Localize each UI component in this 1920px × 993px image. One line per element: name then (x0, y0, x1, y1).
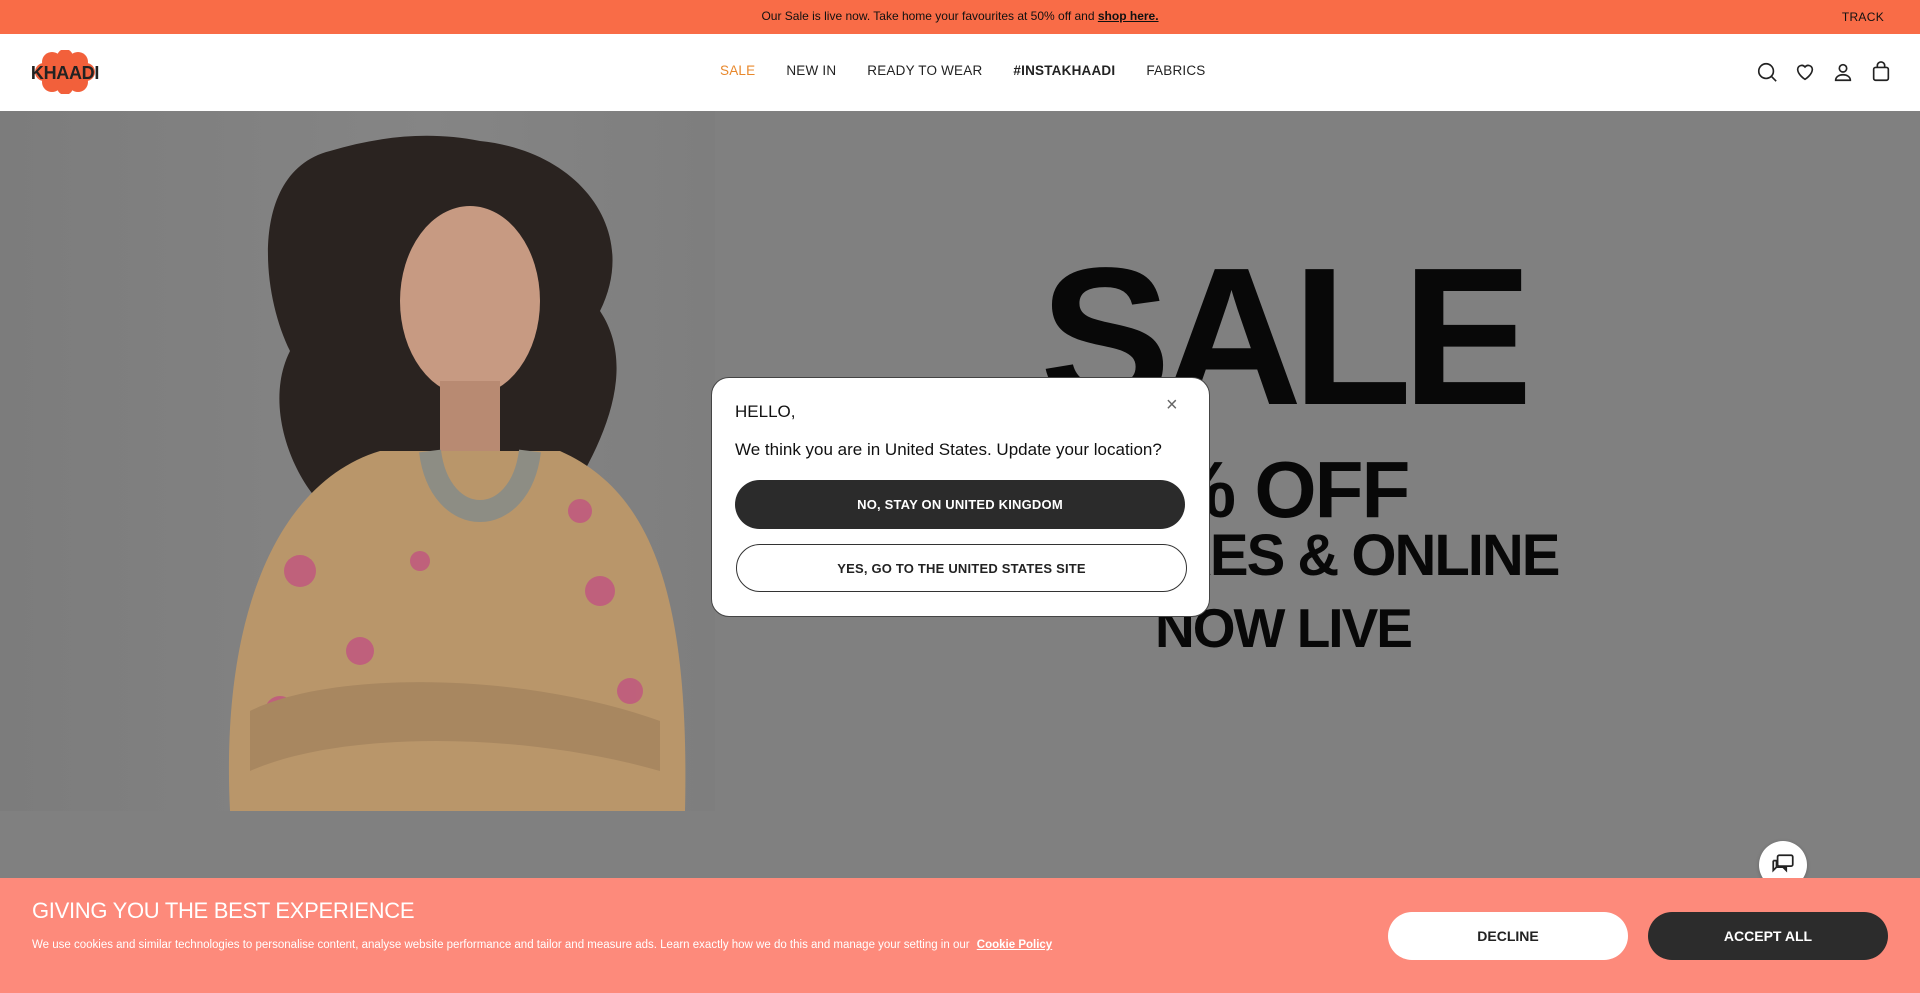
modal-greeting: HELLO, (735, 402, 796, 421)
chat-icon (1772, 854, 1794, 873)
announcement-message: Our Sale is live now. Take home your fav… (0, 9, 1920, 23)
cookie-description: We use cookies and similar technologies … (32, 939, 970, 951)
cookie-heading: GIVING YOU THE BEST EXPERIENCE (32, 898, 415, 923)
hero-stores-online: RES & ONLINE (1170, 523, 1560, 588)
shop-here-link[interactable]: shop here. (1098, 9, 1159, 23)
nav-instakhaadi[interactable]: #INSTAKHAADI (1013, 63, 1115, 78)
main-nav: SALE NEW IN READY TO WEAR #INSTAKHAADI F… (720, 63, 1206, 78)
bag-icon[interactable] (1870, 61, 1892, 83)
user-icon[interactable] (1832, 61, 1854, 83)
modal-question: We think you are in United States. Updat… (735, 440, 1162, 459)
cookie-text: We use cookies and similar technologies … (32, 939, 1052, 951)
track-link[interactable]: TRACK (1842, 10, 1884, 24)
announcement-bar: Our Sale is live now. Take home your fav… (0, 0, 1920, 34)
decline-button[interactable]: DECLINE (1388, 912, 1628, 960)
nav-fabrics[interactable]: FABRICS (1146, 63, 1205, 78)
brand-logo[interactable]: KHAADI (28, 50, 102, 94)
go-us-site-button[interactable]: YES, GO TO THE UNITED STATES SITE (736, 544, 1187, 592)
model-silhouette-icon (228, 135, 686, 811)
announcement-text: Our Sale is live now. Take home your fav… (761, 9, 1095, 23)
logo-wordmark: KHAADI (30, 63, 100, 83)
site-header: KHAADI SALE NEW IN READY TO WEAR #INSTAK… (0, 34, 1920, 111)
model-photo (0, 111, 715, 811)
stay-uk-button[interactable]: NO, STAY ON UNITED KINGDOM (735, 480, 1185, 529)
accept-all-button[interactable]: ACCEPT ALL (1648, 912, 1888, 960)
cookie-banner: GIVING YOU THE BEST EXPERIENCE We use co… (0, 878, 1920, 993)
nav-ready-to-wear[interactable]: READY TO WEAR (867, 63, 982, 78)
heart-icon[interactable] (1794, 61, 1816, 83)
nav-new-in[interactable]: NEW IN (786, 63, 836, 78)
close-icon[interactable]: × (1166, 395, 1178, 415)
header-icons (1756, 61, 1892, 83)
search-icon[interactable] (1756, 61, 1778, 83)
cookie-policy-link[interactable]: Cookie Policy (977, 939, 1052, 951)
location-modal: HELLO, × We think you are in United Stat… (711, 377, 1210, 617)
nav-sale[interactable]: SALE (720, 63, 755, 78)
